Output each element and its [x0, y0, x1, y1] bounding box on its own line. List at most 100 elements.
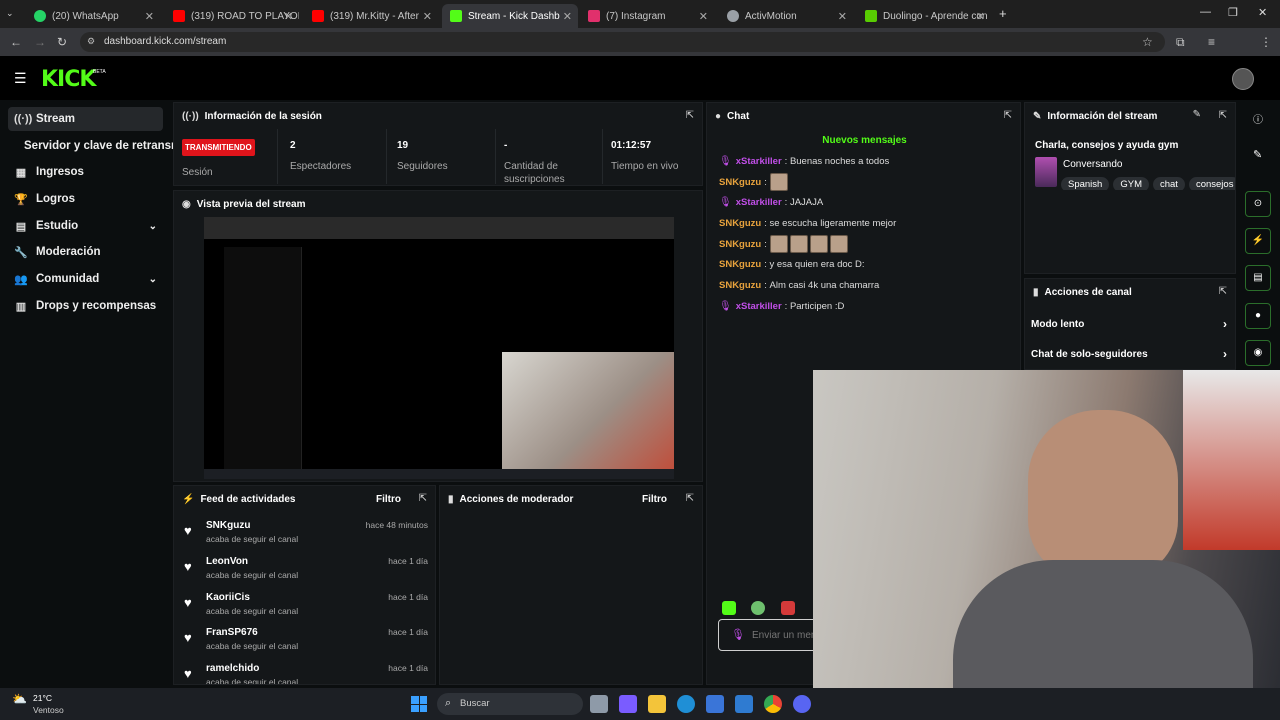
rail-broadcast-button[interactable]: ◉	[1245, 340, 1271, 366]
chat-username[interactable]: SNKguzu	[719, 259, 761, 270]
popout-icon[interactable]: ⇱	[1004, 110, 1012, 121]
edit-pencil-icon[interactable]: ✎	[1193, 109, 1201, 120]
feed-user[interactable]: KaoriiCis	[206, 592, 250, 603]
feed-item: ♥ KaoriiCis acaba de seguir el canal hace 1…	[182, 592, 432, 626]
bookmark-star-icon[interactable]: ☆	[1142, 35, 1153, 49]
chat-username[interactable]: SNKguzu	[719, 218, 761, 229]
close-icon[interactable]: ✕	[838, 10, 847, 23]
back-arrow-icon[interactable]: ←	[10, 35, 22, 49]
chat-username[interactable]: xStarkiller	[736, 156, 782, 167]
webcam-bottle	[1183, 370, 1280, 550]
youtube-icon	[173, 10, 185, 22]
feed-user[interactable]: LeonVon	[206, 556, 248, 567]
sidebar-item-server-key[interactable]: Servidor y clave de retransmisión	[18, 134, 173, 158]
close-icon[interactable]: ✕	[284, 10, 293, 23]
browser-menu-icon[interactable]: ⋮	[1260, 35, 1272, 49]
panel-title: ▮ Acciones de canal	[1033, 287, 1132, 298]
feed-user[interactable]: FranSP676	[206, 627, 258, 638]
browser-tab-activmotion[interactable]: ActivMotion ✕	[719, 4, 853, 28]
extensions-icon[interactable]: ⧉	[1176, 35, 1185, 50]
store-icon[interactable]	[706, 695, 724, 713]
info-icon[interactable]: ⓘ	[1253, 111, 1263, 126]
rail-chat-button[interactable]: ●	[1245, 303, 1271, 329]
sidebar-item-logros[interactable]: 🏆 Logros	[8, 187, 163, 211]
chat-username[interactable]: SNKguzu	[719, 239, 761, 250]
feed-user[interactable]: ramelchido	[206, 663, 259, 674]
filter-button[interactable]: Filtro	[642, 494, 667, 505]
hamburger-menu-icon[interactable]: ☰	[14, 70, 27, 87]
mail-icon[interactable]	[735, 695, 753, 713]
copilot-icon[interactable]	[619, 695, 637, 713]
sidebar-item-label: Drops y recompensas	[36, 300, 157, 312]
chrome-icon[interactable]	[764, 695, 782, 713]
tab-list-chevron-icon[interactable]: ⌄	[6, 8, 14, 19]
stream-preview-video[interactable]	[204, 217, 674, 479]
new-tab-plus-icon[interactable]: +	[999, 6, 1007, 21]
browser-tab-kick[interactable]: Stream - Kick Dashb ✕	[442, 4, 578, 28]
reload-icon[interactable]: ↻	[57, 35, 67, 49]
file-explorer-icon[interactable]	[648, 695, 666, 713]
browser-tab-youtube-2[interactable]: (319) Mr.Kitty - After ✕	[304, 4, 438, 28]
close-icon[interactable]: ✕	[145, 10, 154, 23]
emote-kick-icon[interactable]	[722, 601, 736, 615]
sidebar-item-drops[interactable]: ▥ Drops y recompensas	[8, 294, 163, 318]
popout-icon[interactable]: ⇱	[1219, 110, 1227, 121]
tab-label: (319) Mr.Kitty - After	[330, 10, 419, 22]
browser-tab-youtube-1[interactable]: (319) ROAD TO PLAYOFF ✕	[165, 4, 299, 28]
face-emote-icon	[809, 235, 828, 253]
emote-alien-icon[interactable]	[751, 601, 765, 615]
discord-icon[interactable]	[793, 695, 811, 713]
popout-icon[interactable]: ⇱	[419, 493, 427, 504]
window-close-icon[interactable]: ✕	[1258, 6, 1267, 19]
user-avatar[interactable]	[1232, 68, 1254, 90]
microphone-icon: 🎙	[719, 301, 732, 312]
url-field[interactable]: dashboard.kick.com/stream	[80, 32, 1165, 52]
rail-bolt-button[interactable]: ⚡	[1245, 228, 1271, 254]
chat-username[interactable]: xStarkiller	[736, 301, 782, 312]
sidebar-item-ingresos[interactable]: ▦ Ingresos	[8, 160, 163, 184]
chat-username[interactable]: xStarkiller	[736, 197, 782, 208]
filter-button[interactable]: Filtro	[376, 494, 401, 505]
edge-icon[interactable]	[677, 695, 695, 713]
emote-robot-icon[interactable]	[781, 601, 795, 615]
heart-icon: ♥	[184, 559, 192, 574]
close-icon[interactable]: ✕	[976, 10, 985, 23]
kick-logo[interactable]: KICK	[41, 67, 96, 92]
pencil-icon[interactable]: ✎	[1253, 148, 1262, 161]
preview-browser-bar	[204, 217, 674, 239]
close-icon[interactable]: ✕	[563, 10, 572, 23]
close-icon[interactable]: ✕	[699, 10, 708, 23]
feed-item: ♥ FranSP676 acaba de seguir el canal hace 1…	[182, 627, 432, 661]
sidebar-item-stream[interactable]: ((·)) Stream	[8, 107, 163, 131]
windows-start-icon[interactable]	[411, 696, 427, 712]
chat-username[interactable]: SNKguzu	[719, 280, 761, 291]
task-view-icon[interactable]	[590, 695, 608, 713]
sidebar-item-comunidad[interactable]: 👥 Comunidad ⌄	[8, 267, 163, 291]
forward-arrow-icon[interactable]: →	[34, 35, 46, 49]
chat-username[interactable]: SNKguzu	[719, 177, 761, 188]
rail-camera-button[interactable]: ⊙	[1245, 191, 1271, 217]
browser-tab-instagram[interactable]: (7) Instagram ✕	[580, 4, 714, 28]
sidebar-item-moderacion[interactable]: 🔧 Moderación	[8, 240, 163, 264]
stream-category[interactable]: Conversando	[1063, 159, 1122, 170]
popout-icon[interactable]: ⇱	[686, 110, 694, 121]
feed-item: ♥ LeonVon acaba de seguir el canal hace 1 d…	[182, 556, 432, 590]
rail-document-button[interactable]: ▤	[1245, 265, 1271, 291]
minimize-icon[interactable]: —	[1200, 6, 1211, 18]
feed-user[interactable]: SNKguzu	[206, 520, 250, 531]
popout-icon[interactable]: ⇱	[686, 493, 694, 504]
sidebar-item-estudio[interactable]: ▤ Estudio ⌄	[8, 214, 163, 238]
popout-icon[interactable]: ⇱	[1219, 286, 1227, 297]
chat-text: JAJAJA	[789, 197, 824, 208]
browser-tab-duolingo[interactable]: Duolingo - Aprende con ✕	[857, 4, 991, 28]
taskbar-search[interactable]: ⌕ Buscar	[437, 693, 583, 715]
sidebar-item-label: Comunidad	[36, 273, 100, 285]
media-control-icon[interactable]: ≡	[1208, 35, 1215, 49]
stat-value: 01:12:57	[611, 140, 652, 151]
restore-icon[interactable]: ❐	[1228, 6, 1238, 19]
site-info-icon[interactable]: ⚙	[87, 36, 95, 47]
slow-mode-item[interactable]: Modo lento ›	[1031, 317, 1231, 331]
followers-only-item[interactable]: Chat de solo-seguidores ›	[1031, 347, 1231, 361]
browser-tab-whatsapp[interactable]: (20) WhatsApp ✕	[26, 4, 160, 28]
close-icon[interactable]: ✕	[423, 10, 432, 23]
